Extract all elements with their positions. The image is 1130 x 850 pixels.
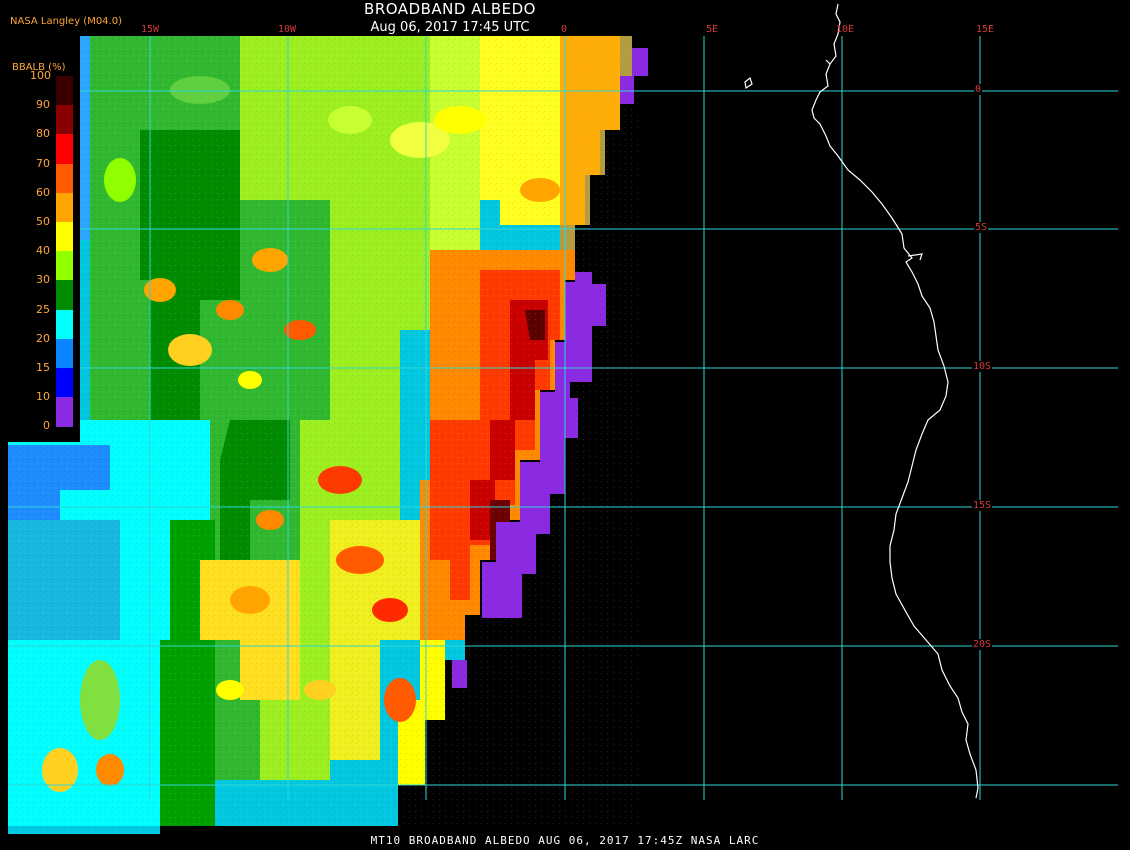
lat-label-5s: 5S (974, 222, 989, 233)
albedo-map (0, 0, 1130, 850)
legend-swatch (56, 397, 73, 427)
lon-label-10e: 10E (836, 24, 855, 35)
legend-tick-label: 30 (36, 273, 50, 287)
legend-swatch (56, 222, 73, 252)
map-subtitle: Aug 06, 2017 17:45 UTC (370, 20, 530, 35)
legend-tick-label: 15 (36, 361, 50, 374)
map-title: BROADBAND ALBEDO (364, 0, 536, 18)
legend-tick-label: 40 (36, 244, 50, 258)
lat-label-10s: 10S (972, 361, 993, 372)
source-label: NASA Langley (M04.0) (10, 16, 122, 27)
legend-tick-label: 60 (36, 185, 50, 199)
legend-tick-label: 80 (36, 127, 50, 141)
legend-tick-label: 20 (36, 331, 50, 345)
color-legend: BBALB (%) 100 90 80 70 60 50 40 30 25 20 15 10 0 (8, 36, 80, 442)
legend-swatch (56, 134, 73, 165)
legend-tick-label: 50 (36, 215, 50, 228)
legend-swatch (56, 163, 73, 194)
legend-tick-label: 100 (30, 69, 51, 82)
lat-label-15s: 15S (972, 500, 993, 511)
footer-caption: MT10 BROADBAND ALBEDO AUG 06, 2017 17:45… (370, 834, 760, 847)
legend-swatch (56, 338, 73, 369)
legend-tick-label: 90 (36, 98, 50, 112)
lon-label-5e: 5E (706, 24, 719, 35)
legend-tick-label: 0 (43, 419, 50, 433)
legend-tick-label: 70 (36, 156, 50, 170)
legend-swatch (56, 105, 73, 135)
legend-swatch (56, 368, 73, 398)
lon-label-10w: 10W (278, 24, 297, 35)
lon-label-15e: 15E (976, 24, 995, 35)
legend-swatch (56, 76, 73, 106)
legend-swatch (56, 192, 73, 223)
legend-tick-label: 10 (36, 390, 50, 404)
legend-swatch (56, 280, 73, 311)
lon-label-0: 0 (561, 24, 568, 35)
lon-label-15w: 15W (141, 24, 160, 35)
lat-label-0: 0 (974, 84, 983, 95)
legend-tick-label: 25 (36, 302, 50, 316)
legend-swatch (56, 251, 73, 281)
lat-label-20s: 20S (972, 639, 993, 650)
legend-swatch (56, 309, 73, 340)
